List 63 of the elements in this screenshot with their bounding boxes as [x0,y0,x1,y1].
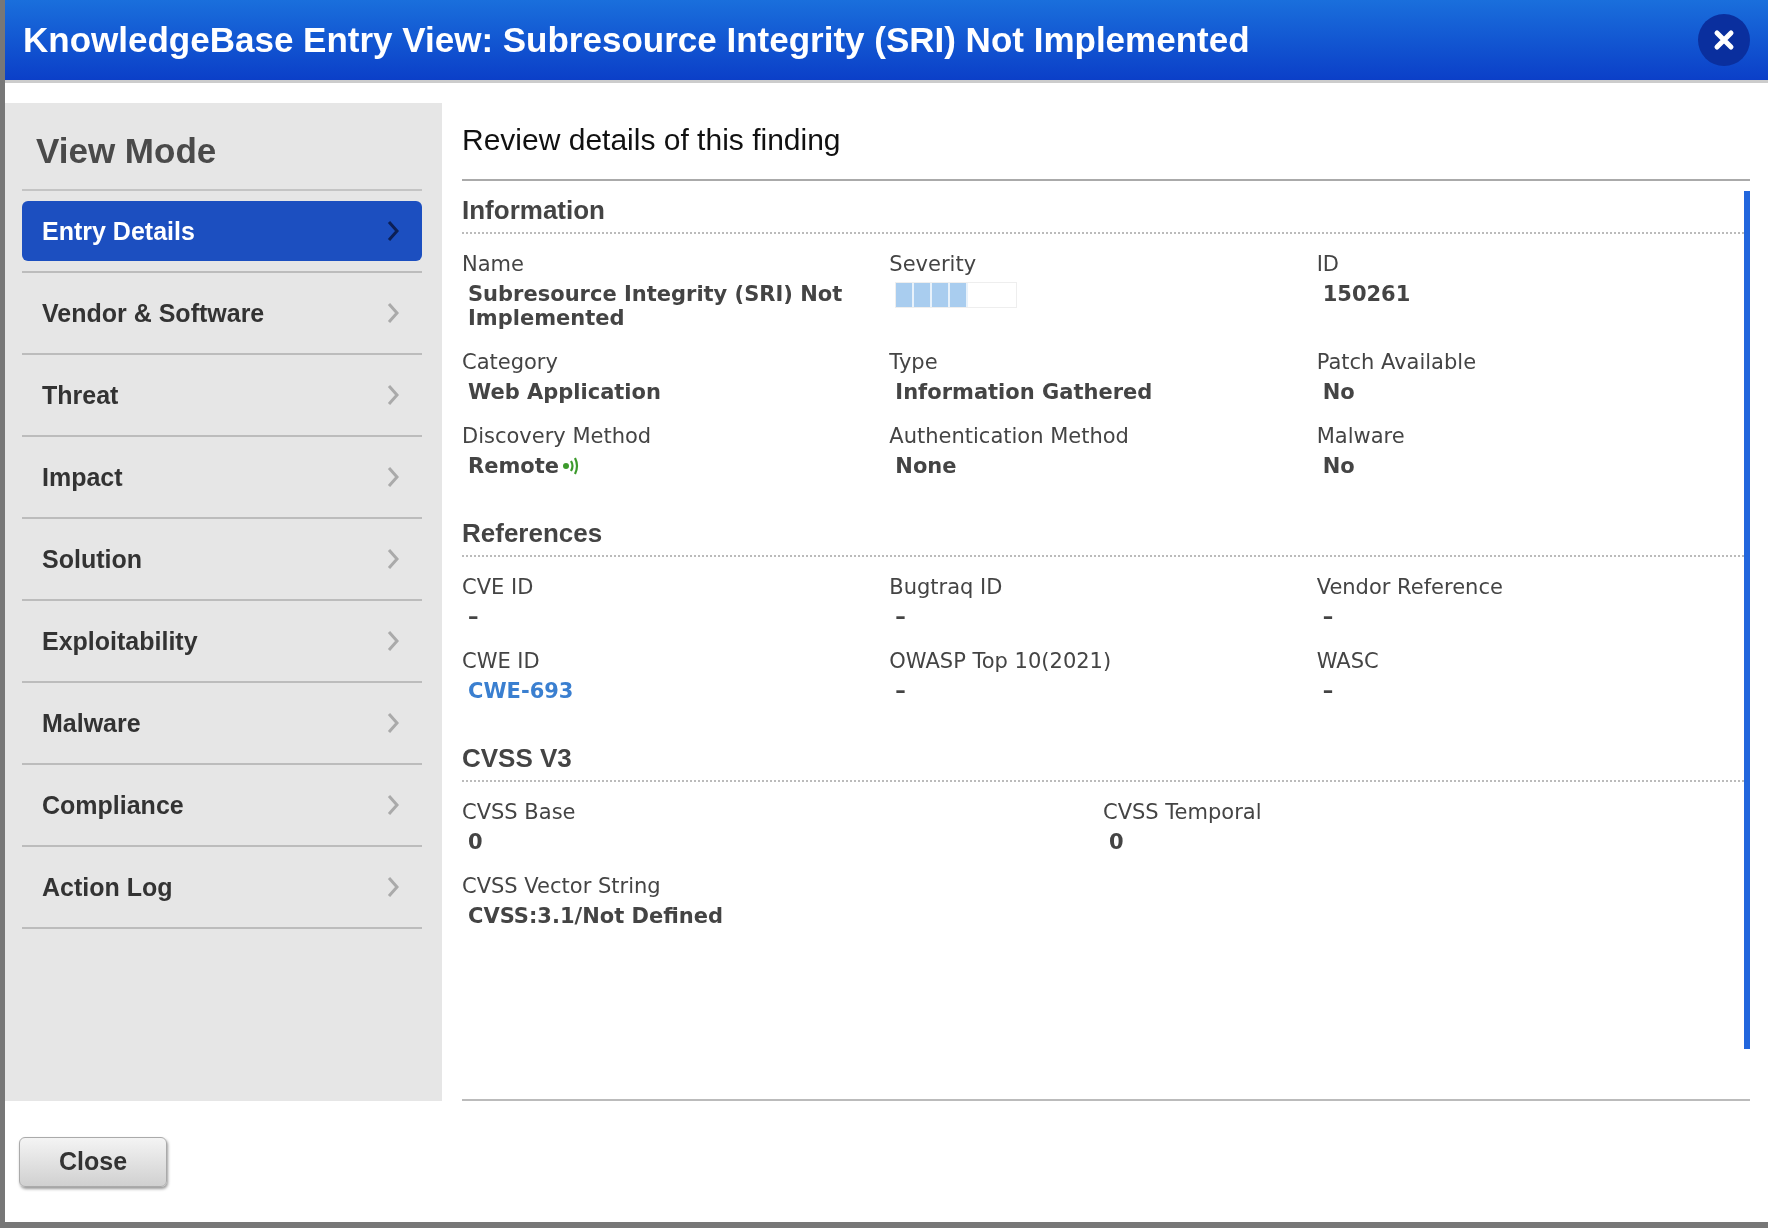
chevron-right-icon [386,383,400,407]
sidebar-item[interactable]: Entry Details [22,201,422,261]
field-label: ID [1316,252,1341,276]
sidebar-item[interactable]: Solution [22,529,422,589]
field-value: Information Gathered [894,380,1154,404]
field-value: 150261 [1321,282,1412,306]
field-label: WASC [1316,649,1380,673]
field-value: No [1321,380,1356,404]
section-title: Information [462,195,1744,234]
chevron-right-icon [386,793,400,817]
field-value: – [894,679,907,703]
close-button[interactable]: Close [19,1136,167,1187]
section-title: References [462,518,1744,557]
field-label: CVSS Base [462,800,577,824]
field-label: OWASP Top 10(2021) [889,649,1113,673]
sidebar-item[interactable]: Vendor & Software [22,283,422,343]
sidebar-item[interactable]: Action Log [22,857,422,917]
field-label: Malware [1316,424,1406,448]
field-label: Authentication Method [889,424,1130,448]
field-label: CVE ID [462,575,535,599]
content-heading: Review details of this finding [462,103,1750,181]
section-title: CVSS V3 [462,743,1744,782]
sidebar-item[interactable]: Threat [22,365,422,425]
field-value: – [1321,605,1335,629]
chevron-right-icon [386,219,400,243]
field-label: Type [889,350,939,374]
scrollbar[interactable] [1744,191,1750,1049]
field-label: CVSS Vector String [462,874,662,898]
sidebar-item[interactable]: Compliance [22,775,422,835]
field-label: Discovery Method [462,424,653,448]
field-label: CVSS Temporal [1103,800,1263,824]
chevron-right-icon [386,629,400,653]
field-label: Name [462,252,525,276]
sidebar-item[interactable]: Exploitability [22,611,422,671]
field-value: – [894,605,907,629]
signal-icon [561,456,581,476]
chevron-right-icon [386,547,400,571]
field-value: – [1321,679,1335,703]
field-value: 0 [1108,830,1125,854]
field-label: Vendor Reference [1316,575,1504,599]
sidebar-title: View Mode [22,131,422,191]
field-label: Patch Available [1316,350,1478,374]
chevron-right-icon [386,711,400,735]
field-value: None [894,454,958,478]
sidebar-item[interactable]: Malware [22,693,422,753]
field-value: Web Application [467,380,662,404]
window-title: KnowledgeBase Entry View: Subresource Integrity (SRI) Not Implemented [23,20,1250,60]
close-icon[interactable] [1698,14,1750,66]
chevron-right-icon [386,301,400,325]
field-value: No [1321,454,1356,478]
field-value: – [467,605,480,629]
field-value: Remote [468,454,559,478]
field-value: CVSS:3.1/Not Defined [467,904,725,928]
chevron-right-icon [386,465,400,489]
field-label: CWE ID [462,649,541,673]
chevron-right-icon [386,875,400,899]
field-label: Bugtraq ID [889,575,1004,599]
field-label: Category [462,350,559,374]
sidebar-item[interactable]: Impact [22,447,422,507]
field-value: Subresource Integrity (SRI) Not Implemented [467,282,844,330]
cwe-link[interactable]: CWE-693 [462,679,870,703]
field-value: 0 [467,830,484,854]
field-label: Severity [889,252,978,276]
